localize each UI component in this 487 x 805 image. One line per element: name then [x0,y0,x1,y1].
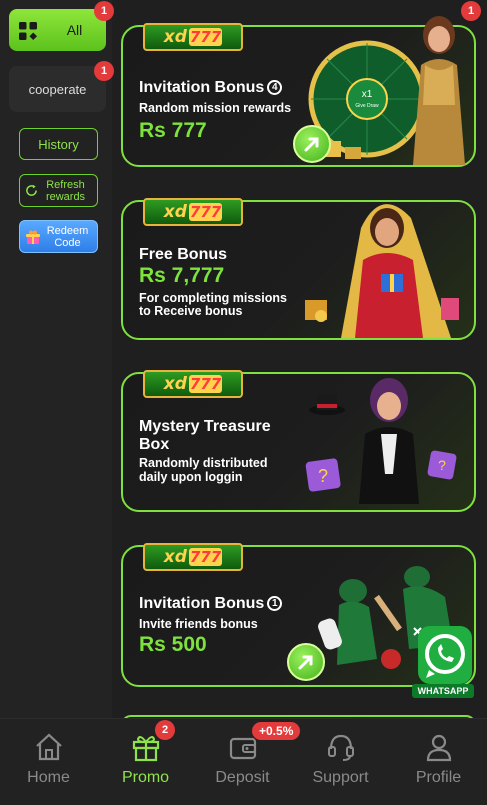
promo-amount: Rs 500 [139,633,207,656]
nav-support[interactable]: Support [292,719,389,805]
redeem-code-label: Redeem Code [46,224,89,249]
nav-deposit-label: Deposit [215,769,270,786]
promo-go-button[interactable] [293,125,331,163]
headset-icon [327,734,354,761]
promo-title: Invitation Bonus 4 [139,79,283,97]
promo-title-line1: Mystery Treasure [139,418,271,435]
tab-cooperate-badge: 1 [94,61,114,81]
promo-card-free-bonus[interactable]: xd 777 Free Bonus Rs 7,777 For completing… [121,198,476,340]
history-label: History [38,136,79,152]
xd777-logo: xd 777 [143,370,243,398]
promo-go-button[interactable] [287,643,325,681]
refresh-rewards-label: Refresh rewards [45,178,86,203]
promo-desc-line1: For completing missions [139,291,287,305]
nav-support-label: Support [312,769,369,786]
nav-profile[interactable]: Profile [390,719,487,805]
sidebar: All 1 cooperate 1 History Refresh reward… [0,0,114,718]
nav-promo[interactable]: Promo [97,719,194,805]
tab-cooperate-label: cooperate [28,81,87,97]
woman-gold-dress-illustration [413,16,465,165]
woman-red-saree-illustration [305,204,459,338]
promo-card-mystery-treasure-box[interactable]: xd 777 Mystery Treasure Box Randomly dist… [121,370,476,512]
redeem-code-button[interactable]: Redeem Code [19,220,98,253]
tab-cooperate[interactable]: cooperate [9,66,106,112]
refresh-icon [26,184,37,196]
home-icon [35,733,62,761]
tab-all-label: All [66,22,83,38]
grid-icon [19,22,37,40]
xd777-logo: xd 777 [143,23,243,51]
wheel-multiplier: x1 [362,89,373,100]
promo-title-text: Invitation Bonus [139,595,265,612]
promo-desc-line2: daily upon loggin [139,470,243,484]
promo-desc-line1: Randomly distributed [139,456,268,470]
history-button[interactable]: History [19,128,98,160]
promo-amount: Rs 7,777 [139,264,225,287]
refresh-rewards-button[interactable]: Refresh rewards [19,174,98,207]
promo-desc-line2: to Receive bonus [139,304,243,318]
promo-title-number: 4 [267,80,283,95]
whatsapp-label: WHATSAPP [417,686,469,696]
promo-desc: Random mission rewards [139,101,292,115]
bottom-navigation: Home Promo Deposit Support Profile [0,718,487,805]
gift-icon [26,230,40,244]
promo-title: Free Bonus [139,246,228,263]
xd777-logo: xd 777 [143,198,243,226]
magician-woman-illustration: ? ? [305,378,457,504]
promo-amount: Rs 777 [139,119,207,142]
nav-promo-badge: 2 [155,720,175,740]
promo-card-invitation-bonus-4[interactable]: xd 777 Invitation Bonus 4 Random mission r… [121,16,476,167]
svg-text:?: ? [438,457,446,473]
nav-profile-label: Profile [415,769,462,786]
whatsapp-float-button[interactable]: WHATSAPP [412,624,474,700]
promo-title-number: 1 [267,596,283,611]
promo-title-line2: Box [139,436,170,453]
arrow-icon [298,655,313,670]
nav-promo-label: Promo [121,769,170,786]
user-icon [426,734,451,762]
promo-title-text: Invitation Bonus [139,79,265,96]
nav-home[interactable]: Home [0,719,97,805]
promo-page: All 1 cooperate 1 History Refresh reward… [0,0,487,805]
promo-desc: Invite friends bonus [139,617,258,631]
wheel-subtext: Give Draw [355,103,379,109]
xd777-logo: xd 777 [143,543,243,571]
tab-all-badge: 1 [94,1,114,21]
svg-text:?: ? [318,466,328,486]
nav-deposit-badge: +0.5% [252,722,301,740]
promo-title: Invitation Bonus 1 [139,595,283,613]
promo-card-badge: 1 [461,1,481,21]
arrow-icon [304,137,319,152]
nav-home-label: Home [27,769,70,786]
tab-all[interactable]: All [9,9,106,51]
